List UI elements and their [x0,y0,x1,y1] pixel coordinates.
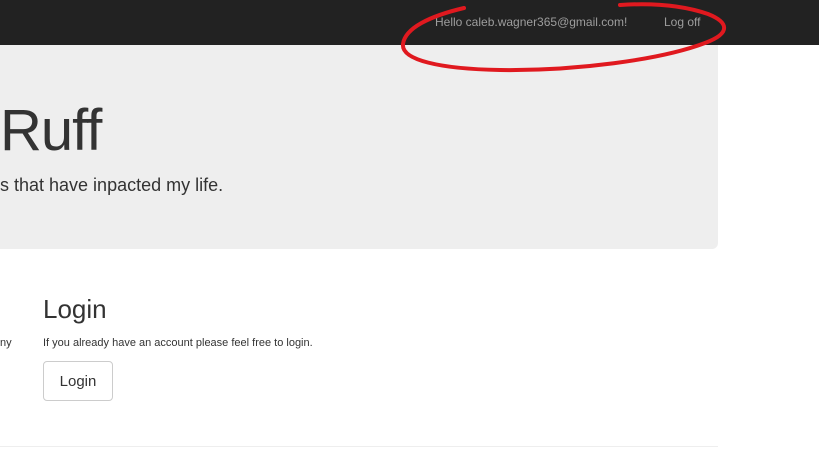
hero-subtitle: s that have inpacted my life. [0,175,224,195]
left-column-text: ny [0,337,12,349]
login-description: If you already have an account please fe… [43,337,313,349]
hero-title: Ruff [0,98,102,163]
user-greeting[interactable]: Hello caleb.wagner365@gmail.com! [435,15,627,29]
login-heading: Login [43,294,107,324]
navbar: Hello caleb.wagner365@gmail.com! Log off [0,0,819,45]
jumbotron: Ruff s that have inpacted my life. [0,45,718,249]
login-button[interactable]: Login [43,361,113,401]
footer-divider [0,446,718,447]
log-off-link[interactable]: Log off [664,15,700,29]
page: Hello caleb.wagner365@gmail.com! Log off… [0,0,819,461]
